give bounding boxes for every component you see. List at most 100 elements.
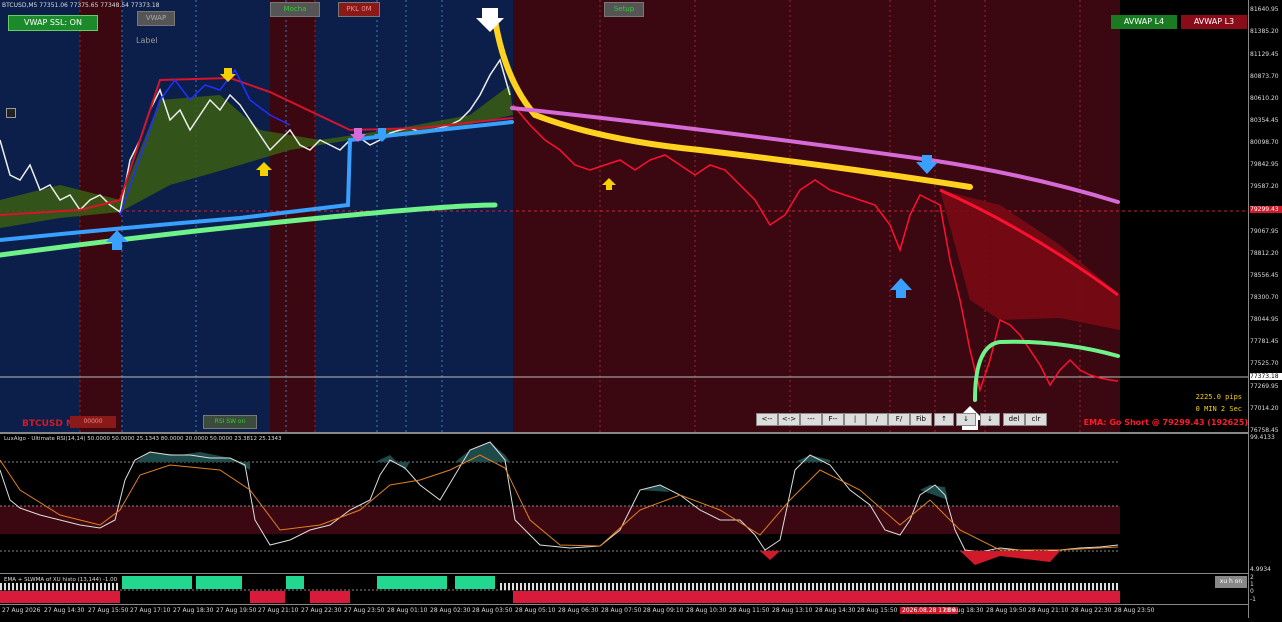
ema-signal-text: EMA: Go Short @ 79299.43 (192625) — [1083, 418, 1248, 427]
time-label: 28 Aug 19:50 — [986, 607, 1027, 614]
price-label: 81385.20 — [1250, 28, 1279, 35]
price-label: 81640.95 — [1250, 6, 1279, 13]
price-label: 78300.70 — [1250, 294, 1279, 301]
time-label: 27 Aug 18:30 — [173, 607, 214, 614]
time-label: 27 Aug 19:50 — [216, 607, 257, 614]
zone-bear-3 — [513, 0, 1120, 432]
collapse-toggle-icon[interactable] — [6, 108, 16, 118]
time-label: 27 Aug 15:50 — [88, 607, 129, 614]
price-label: 77781.45 — [1250, 338, 1279, 345]
histo-bear-block-1 — [0, 591, 120, 603]
histo-panel-title: EMA + SLWMA of XU histo (13,144) -1.00 — [4, 577, 118, 583]
histogram-panel — [0, 574, 1248, 604]
price-label: 80354.45 — [1250, 117, 1279, 124]
symbol-header: BTCUSD,M5 77351.06 77375.65 77348.54 773… — [2, 2, 160, 9]
tool-arrow-both[interactable]: <-> — [778, 413, 800, 426]
tool-fhline[interactable]: F-- — [822, 413, 844, 426]
time-label: 27 Aug 22:30 — [301, 607, 342, 614]
histo-axis-label: 1 — [1250, 581, 1254, 588]
vwap-button[interactable]: VWAP — [137, 11, 175, 26]
tool-arrow-left[interactable]: <-- — [756, 413, 778, 426]
avwap-l4-button[interactable]: AVWAP L4 — [1111, 15, 1177, 29]
time-label: 27 Aug 21:10 — [258, 607, 299, 614]
short-level-label: 79299.43 — [1250, 206, 1282, 213]
tool-delete[interactable]: del — [1003, 413, 1025, 426]
price-axis — [1248, 0, 1282, 618]
time-label: 28 Aug 03:50 — [472, 607, 513, 614]
rsi-panel — [0, 434, 1120, 573]
tool-hline[interactable]: --- — [800, 413, 822, 426]
time-label: 28 Aug 14:30 — [815, 607, 856, 614]
histo-bull-block-5 — [455, 576, 495, 589]
session-zones — [0, 0, 1248, 432]
panel-divider-1 — [0, 432, 1248, 434]
xu-h-on-button[interactable]: xu h on — [1215, 576, 1247, 588]
rsi-axis-bottom: 4.9934 — [1250, 566, 1271, 573]
time-label: 27 Aug 14:30 — [44, 607, 85, 614]
price-label: 80873.70 — [1250, 73, 1279, 80]
time-label: 28 Aug 06:30 — [558, 607, 599, 614]
price-label: 77269.95 — [1250, 383, 1279, 390]
price-label: 80098.70 — [1250, 139, 1279, 146]
histo-bear-block-3 — [310, 591, 350, 603]
rsi-axis-top: 99.4133 — [1250, 434, 1275, 441]
histo-bull-block-3 — [286, 576, 304, 589]
price-label: 81129.45 — [1250, 51, 1279, 58]
timer-readout: 0 MIN 2 Sec — [1195, 405, 1242, 413]
histo-bear-block-2 — [250, 591, 285, 603]
bottom-green-button[interactable]: RSI SW on — [203, 415, 257, 429]
time-label: 28 Aug 09:10 — [643, 607, 684, 614]
time-label: 28 Aug 13:10 — [772, 607, 813, 614]
time-label: 27 Aug 2026 — [2, 607, 41, 614]
price-label: 77525.70 — [1250, 360, 1279, 367]
vwap-ssl-button[interactable]: VWAP SSL: ON — [8, 15, 98, 31]
time-label: 27 Aug 23:50 — [344, 607, 385, 614]
tool-down-arrow-icon-2[interactable]: ↓ — [980, 413, 1000, 426]
price-label: 78556.45 — [1250, 272, 1279, 279]
time-label: 28 Aug 10:30 — [686, 607, 727, 614]
avwap-l3-button[interactable]: AVWAP L3 — [1181, 15, 1247, 29]
time-label: 27 Aug 17:10 — [130, 607, 171, 614]
rsi-panel-title: LuxAlgo - Ultimate RSI(14,14) 50.0000 50… — [4, 436, 282, 442]
histo-bear-block-4 — [513, 591, 1120, 603]
zone-bear-1 — [80, 0, 122, 432]
price-label: 77014.20 — [1250, 405, 1279, 412]
current-price-label: 77373.18 — [1250, 373, 1282, 380]
time-label: 28 Aug 23:50 — [1114, 607, 1155, 614]
time-label: 28 Aug 18:30 — [943, 607, 984, 614]
pips-readout: 2225.0 pips — [1195, 393, 1242, 401]
top-green-button[interactable]: Mocha — [270, 2, 320, 17]
tool-up-arrow-icon[interactable]: ↑ — [934, 413, 954, 426]
histo-bull-block-1 — [122, 576, 192, 589]
tool-down-arrow-icon[interactable]: ↓ — [956, 413, 976, 426]
bottom-red-button[interactable]: 00000 — [70, 416, 116, 428]
top-red-button[interactable]: PKL 0M — [338, 2, 380, 17]
top-mid-button[interactable]: Setup — [604, 2, 644, 17]
zone-future — [1120, 0, 1248, 432]
tool-fib[interactable]: Fib — [910, 413, 932, 426]
chart-canvas[interactable] — [0, 0, 1248, 618]
histo-axis-label: 0 — [1250, 588, 1254, 595]
zone-bull-4 — [375, 0, 513, 432]
histo-axis-label: 2 — [1250, 574, 1254, 581]
chart-area[interactable] — [0, 0, 1248, 618]
price-label: 80610.20 — [1250, 95, 1279, 102]
price-label: 78044.95 — [1250, 316, 1279, 323]
chart-label: Label — [136, 36, 158, 45]
tool-clear[interactable]: clr — [1025, 413, 1047, 426]
price-label: 79587.20 — [1250, 183, 1279, 190]
price-label: 79842.95 — [1250, 161, 1279, 168]
time-label: 28 Aug 15:50 — [857, 607, 898, 614]
time-label: 28 Aug 02:30 — [430, 607, 471, 614]
time-label: 28 Aug 07:50 — [601, 607, 642, 614]
price-label: 76758.45 — [1250, 427, 1279, 434]
time-label: 28 Aug 11:50 — [729, 607, 770, 614]
histo-bull-block-2 — [196, 576, 242, 589]
time-label: 28 Aug 22:30 — [1071, 607, 1112, 614]
time-label: 28 Aug 05:10 — [515, 607, 556, 614]
tool-ftrend[interactable]: F/ — [888, 413, 910, 426]
histo-bull-block-4 — [377, 576, 447, 589]
time-label: 28 Aug 21:10 — [1028, 607, 1069, 614]
tool-vline[interactable]: | — [844, 413, 866, 426]
tool-trend[interactable]: / — [866, 413, 888, 426]
